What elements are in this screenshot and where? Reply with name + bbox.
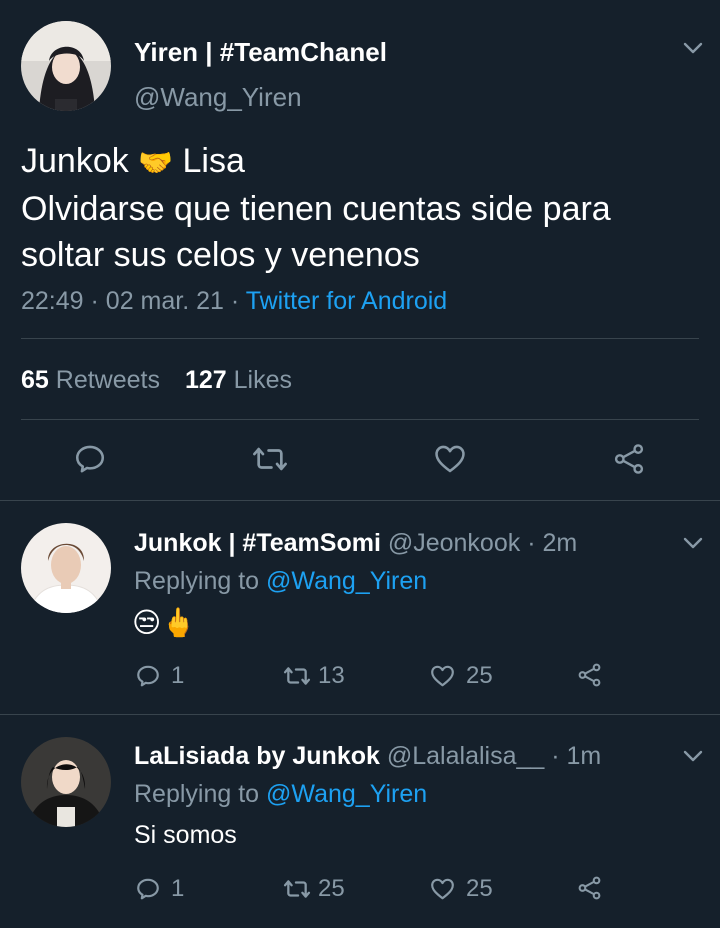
retweet-button[interactable] bbox=[251, 442, 289, 476]
share-icon bbox=[578, 663, 601, 687]
retweet-button[interactable]: 13 bbox=[282, 662, 345, 690]
reply-count: 1 bbox=[171, 875, 185, 902]
share-icon bbox=[578, 876, 601, 900]
main-tweet-display-name[interactable]: Yiren | #TeamChanel bbox=[134, 37, 387, 68]
divider bbox=[0, 500, 720, 501]
reply-button[interactable]: 1 bbox=[135, 662, 184, 690]
reply-separator: · bbox=[551, 742, 560, 770]
reply-age: 2m bbox=[542, 529, 578, 557]
retweet-button[interactable]: 25 bbox=[282, 875, 345, 903]
replying-to-prefix: Replying to bbox=[134, 780, 260, 808]
reply-icon bbox=[137, 665, 159, 687]
tweet-date: 02 mar. 21 bbox=[105, 287, 224, 315]
replying-to: Replying to @Wang_Yiren bbox=[134, 567, 427, 596]
reply-header: Junkok | #TeamSomi @Jeonkook · 2m bbox=[134, 529, 577, 558]
share-icon bbox=[614, 444, 644, 474]
like-count: 25 bbox=[466, 662, 493, 689]
divider bbox=[0, 714, 720, 715]
tweet-text-line: Olvidarse que tienen cuentas side para bbox=[21, 190, 611, 228]
share-button[interactable] bbox=[576, 662, 603, 688]
divider bbox=[21, 338, 699, 339]
chevron-down-icon[interactable] bbox=[681, 36, 705, 60]
like-button[interactable]: 25 bbox=[429, 875, 493, 903]
tweet-text-word: Lisa bbox=[182, 142, 245, 180]
like-button[interactable]: 25 bbox=[429, 662, 493, 690]
reply-button[interactable]: 1 bbox=[135, 875, 184, 903]
chevron-down-icon[interactable] bbox=[681, 531, 705, 555]
retweets-stat[interactable]: 65 Retweets bbox=[21, 366, 167, 394]
reply-text: 😒🖕 bbox=[132, 607, 197, 638]
tweet-stats: 65 Retweets 127 Likes bbox=[21, 366, 292, 395]
main-tweet-text: Junkok 🤝 Lisa Olvidarse que tienen cuent… bbox=[21, 138, 711, 278]
tweet-text-line: Junkok 🤝 Lisa bbox=[21, 138, 711, 186]
reply-display-name[interactable]: Junkok | #TeamSomi bbox=[134, 529, 381, 557]
reply-handle[interactable]: @Jeonkook bbox=[388, 529, 520, 557]
replying-to-handle[interactable]: @Wang_Yiren bbox=[266, 780, 427, 808]
retweet-count: 13 bbox=[318, 662, 345, 689]
like-icon bbox=[435, 445, 465, 473]
reply-text: Si somos bbox=[134, 821, 237, 849]
like-button[interactable] bbox=[432, 442, 468, 476]
reply-count: 1 bbox=[171, 662, 185, 689]
reply-icon bbox=[75, 445, 105, 473]
handshake-emoji: 🤝 bbox=[138, 147, 174, 178]
tweet-time: 22:49 bbox=[21, 287, 84, 315]
retweet-icon bbox=[253, 447, 287, 471]
reply-avatar[interactable] bbox=[21, 523, 111, 613]
likes-count: 127 bbox=[184, 366, 227, 394]
reply-button[interactable] bbox=[73, 442, 107, 476]
chevron-down-icon[interactable] bbox=[681, 744, 705, 768]
likes-stat[interactable]: 127 Likes bbox=[185, 366, 292, 394]
replying-to-prefix: Replying to bbox=[134, 567, 260, 595]
main-tweet-avatar[interactable] bbox=[21, 21, 111, 111]
tweet-meta: 22:49 · 02 mar. 21 · Twitter for Android bbox=[21, 287, 447, 316]
reply-header: LaLisiada by Junkok @Lalalalisa__ · 1m bbox=[134, 742, 601, 771]
reply-avatar[interactable] bbox=[21, 737, 111, 827]
retweets-count: 65 bbox=[21, 366, 49, 394]
replying-to-handle[interactable]: @Wang_Yiren bbox=[266, 567, 427, 595]
reply-age: 1m bbox=[566, 742, 602, 770]
divider bbox=[21, 419, 699, 420]
replying-to: Replying to @Wang_Yiren bbox=[134, 780, 427, 809]
like-count: 25 bbox=[466, 875, 493, 902]
like-icon bbox=[431, 878, 454, 900]
reply-display-name[interactable]: LaLisiada by Junkok bbox=[134, 742, 380, 770]
tweet-text-line: soltar sus celos y venenos bbox=[21, 236, 420, 274]
likes-label: Likes bbox=[233, 366, 292, 394]
like-icon bbox=[431, 665, 454, 687]
retweet-icon bbox=[283, 667, 311, 685]
meta-separator: · bbox=[90, 287, 99, 315]
share-button[interactable] bbox=[611, 442, 647, 476]
main-tweet-handle[interactable]: @Wang_Yiren bbox=[134, 82, 302, 113]
tweet-source-link[interactable]: Twitter for Android bbox=[246, 287, 447, 315]
retweet-count: 25 bbox=[318, 875, 345, 902]
retweets-label: Retweets bbox=[55, 366, 160, 394]
reply-handle[interactable]: @Lalalalisa__ bbox=[387, 742, 544, 770]
tweet-text-word: Junkok bbox=[21, 142, 129, 180]
share-button[interactable] bbox=[576, 875, 603, 901]
retweet-icon bbox=[283, 880, 311, 898]
meta-separator: · bbox=[230, 287, 240, 315]
reply-separator: · bbox=[527, 529, 536, 557]
reply-icon bbox=[137, 878, 159, 900]
